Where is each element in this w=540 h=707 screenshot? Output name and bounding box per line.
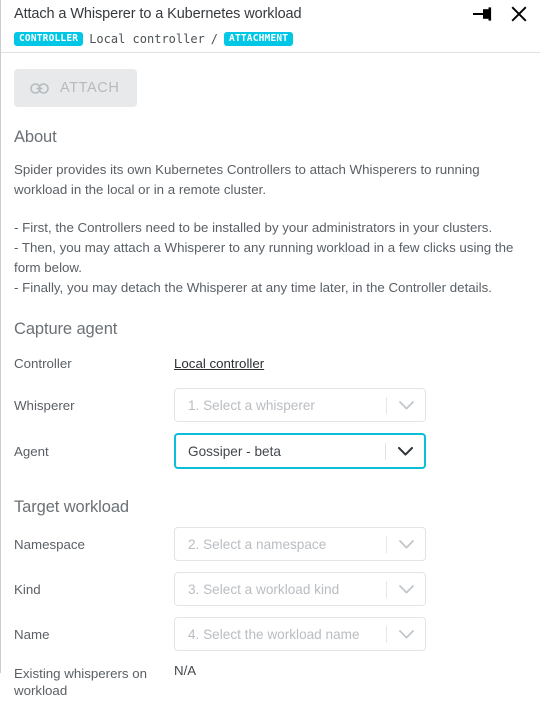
field-controller: Controller Local controller — [14, 347, 527, 380]
capture-agent-fields: Controller Local controller Whisperer 1.… — [14, 347, 527, 469]
link-icon — [30, 82, 49, 95]
capture-agent-heading: Capture agent — [14, 320, 118, 338]
field-namespace: Namespace 2. Select a namespace — [14, 527, 527, 561]
kind-select[interactable]: 3. Select a workload kind — [174, 572, 426, 606]
agent-select[interactable]: Gossiper - beta — [174, 433, 426, 469]
field-kind: Kind 3. Select a workload kind — [14, 572, 527, 606]
kind-select-value: 3. Select a workload kind — [188, 581, 340, 597]
chevron-down-icon — [387, 400, 425, 410]
chevron-down-icon — [386, 446, 424, 456]
field-label-name: Name — [14, 626, 50, 642]
breadcrumb: CONTROLLER Local controller / ATTACHMENT — [1, 28, 540, 53]
panel-titlebar: Attach a Whisperer to a Kubernetes workl… — [1, 0, 540, 28]
about-paragraph-2: - First, the Controllers need to be inst… — [14, 220, 514, 295]
close-icon[interactable] — [508, 3, 530, 25]
chevron-down-icon — [387, 629, 425, 639]
field-label-existing-whisperers: Existing whisperers on workload — [14, 666, 148, 698]
field-name: Name 4. Select the workload name — [14, 617, 527, 651]
breadcrumb-chip-controller: CONTROLLER — [14, 32, 84, 46]
attach-button-label: ATTACH — [60, 80, 120, 96]
target-workload-heading: Target workload — [14, 498, 129, 516]
chevron-down-icon — [387, 584, 425, 594]
page-title: Attach a Whisperer to a Kubernetes workl… — [14, 6, 302, 22]
whisperer-select-value: 1. Select a whisperer — [188, 397, 315, 413]
panel-body: ATTACH About Spider provides its own Kub… — [1, 53, 540, 707]
namespace-select[interactable]: 2. Select a namespace — [174, 527, 426, 561]
about-paragraph-1: Spider provides its own Kubernetes Contr… — [14, 162, 480, 197]
name-select[interactable]: 4. Select the workload name — [174, 617, 426, 651]
field-label-controller: Controller — [14, 356, 72, 371]
field-label-namespace: Namespace — [14, 536, 85, 552]
field-existing-whisperers: Existing whisperers on workload N/A — [14, 663, 527, 707]
agent-select-value: Gossiper - beta — [188, 443, 281, 459]
field-agent: Agent Gossiper - beta — [14, 433, 527, 469]
attach-action-row: ATTACH — [14, 53, 527, 111]
whisperer-select[interactable]: 1. Select a whisperer — [174, 388, 426, 422]
breadcrumb-chip-attachment: ATTACHMENT — [224, 32, 294, 46]
pin-icon[interactable] — [472, 3, 494, 25]
breadcrumb-separator: / — [210, 32, 219, 46]
titlebar-actions — [472, 0, 530, 28]
controller-link[interactable]: Local controller — [174, 356, 264, 371]
existing-whisperers-value: N/A — [174, 663, 197, 678]
name-select-value: 4. Select the workload name — [188, 626, 360, 642]
about-heading: About — [14, 128, 57, 146]
chevron-down-icon — [387, 539, 425, 549]
field-label-kind: Kind — [14, 581, 41, 597]
field-whisperer: Whisperer 1. Select a whisperer — [14, 388, 527, 422]
field-label-whisperer: Whisperer — [14, 397, 75, 413]
breadcrumb-controller-name[interactable]: Local controller — [89, 32, 205, 46]
attach-button[interactable]: ATTACH — [14, 69, 138, 107]
target-workload-fields: Namespace 2. Select a namespace Kind 3. … — [14, 527, 527, 707]
namespace-select-value: 2. Select a namespace — [188, 536, 327, 552]
attach-whisperer-panel: Attach a Whisperer to a Kubernetes workl… — [0, 0, 540, 698]
field-label-agent: Agent — [14, 443, 49, 459]
